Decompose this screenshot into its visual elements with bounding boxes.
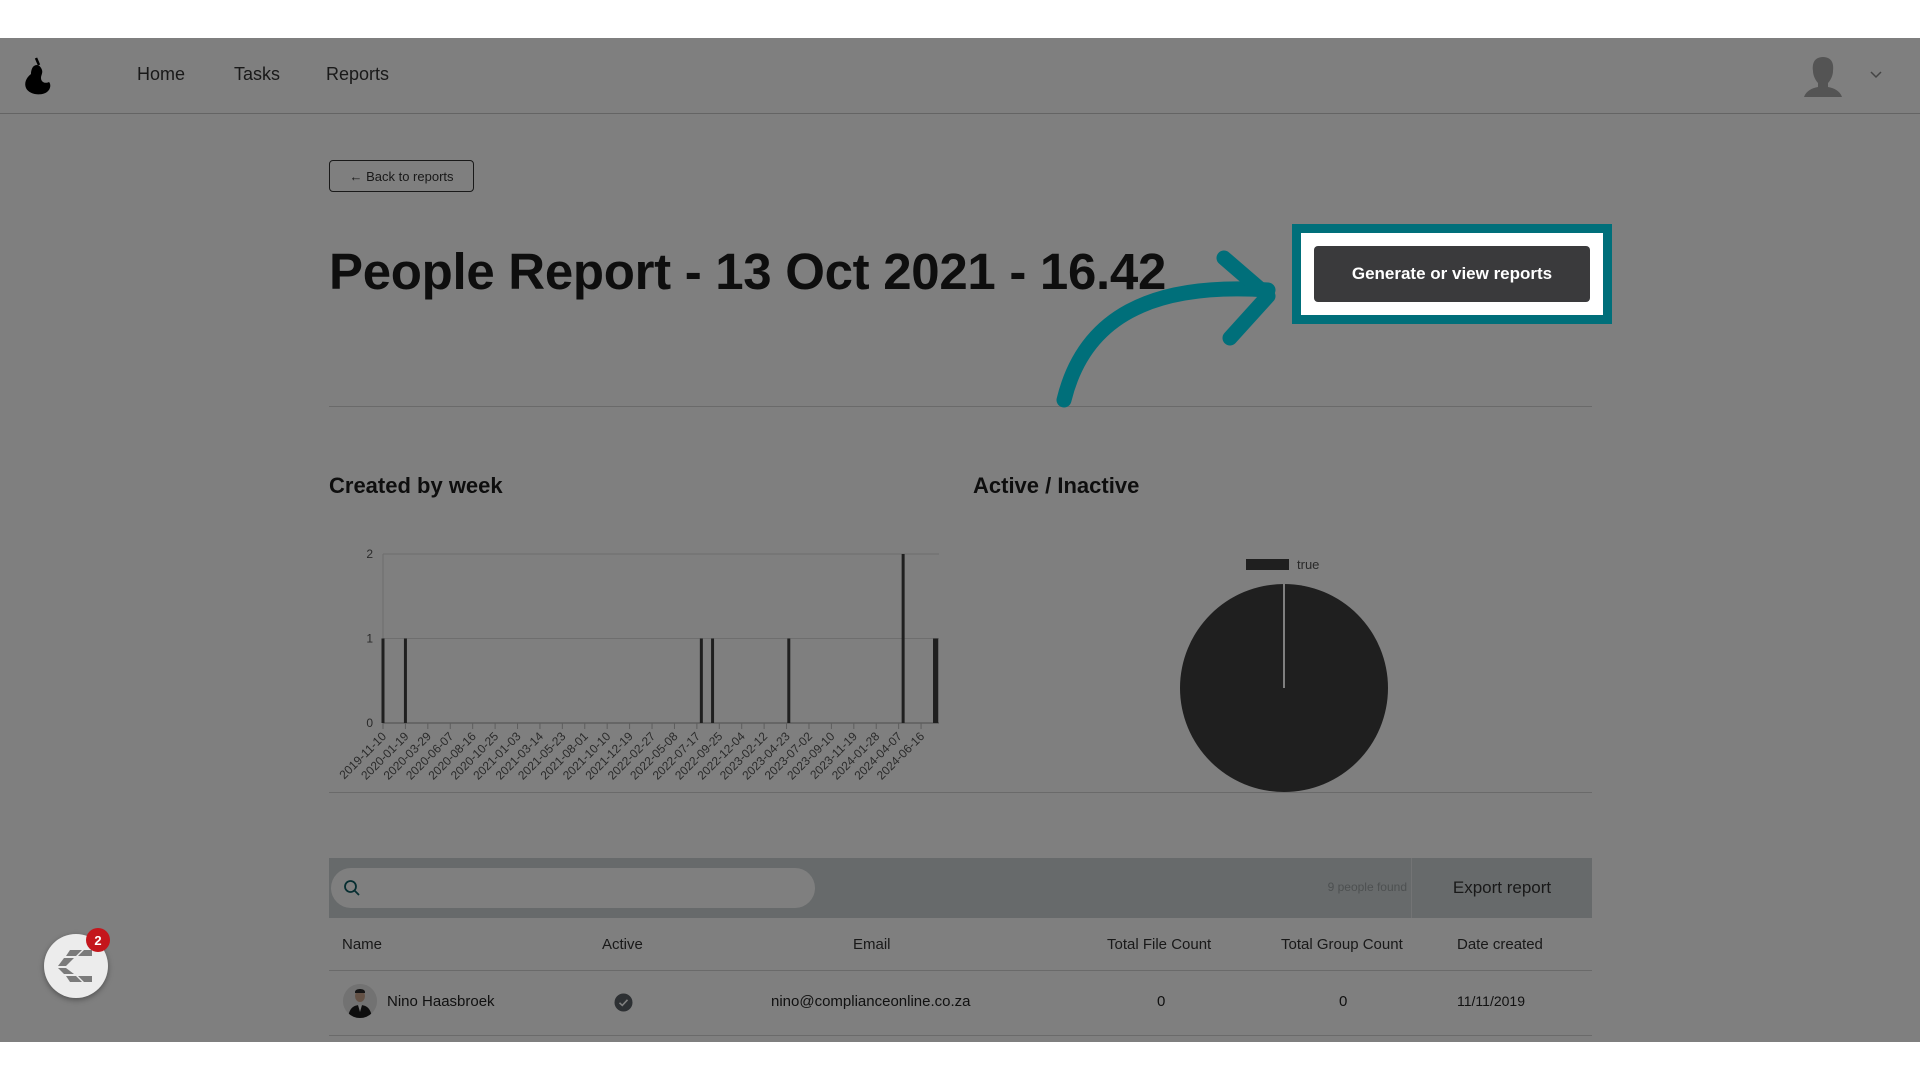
person-group-count: 0 [1339,993,1348,1010]
y-tick-label: 0 [366,716,373,730]
top-nav: Home Tasks Reports [0,38,1920,114]
nav-home[interactable]: Home [137,64,185,85]
column-header-total-file-count[interactable]: Total File Count [1107,936,1211,953]
pear-logo-icon[interactable] [22,56,52,96]
nav-reports[interactable]: Reports [326,64,389,85]
column-header-active[interactable]: Active [602,936,643,953]
column-header-name[interactable]: Name [342,936,382,953]
legend-label: true [1297,557,1319,572]
section-divider [329,792,1592,793]
header-divider [329,970,1592,971]
bar [935,638,939,723]
column-header-date-created[interactable]: Date created [1457,936,1543,953]
person-name[interactable]: Nino Haasbroek [387,993,495,1010]
app-window: Home Tasks Reports ← Back to reports Peo… [0,38,1920,1042]
user-avatar-icon[interactable] [1802,55,1844,99]
bar-chart-title: Created by week [329,473,503,498]
pointer-arrow-icon [1056,250,1276,408]
y-tick-label: 2 [366,547,373,561]
section-divider [329,406,1592,407]
person-email: nino@complianceonline.co.za [771,993,971,1010]
y-tick-label: 1 [366,632,373,646]
c-logo-icon [58,950,92,982]
created-by-week-chart: 0122019-11-102020-01-192020-03-292020-06… [336,547,939,783]
nav-tasks[interactable]: Tasks [234,64,280,85]
column-header-email[interactable]: Email [853,936,891,953]
column-header-total-group-count[interactable]: Total Group Count [1281,936,1403,953]
pie-chart-title: Active / Inactive [973,473,1140,498]
row-divider [329,1035,1592,1036]
chat-widget-button[interactable]: 2 [44,928,110,998]
highlight-box: Generate or view reports [1292,224,1612,324]
generate-or-view-reports-button[interactable]: Generate or view reports [1314,246,1590,302]
person-avatar [343,984,377,1018]
export-report-button[interactable]: Export report [1411,858,1592,918]
table-toolbar: 9 people found Export report [329,858,1592,918]
person-file-count: 0 [1157,993,1166,1010]
bar [699,638,703,723]
search-input[interactable] [371,868,801,908]
bar [403,638,407,723]
bar [381,638,385,723]
bar [787,638,791,723]
bar [901,554,905,723]
notification-badge: 2 [86,928,110,952]
chevron-down-icon[interactable] [1868,68,1884,80]
people-found-count: 9 people found [1327,880,1407,894]
bar [711,638,715,723]
active-inactive-chart: true [1180,557,1388,792]
legend-swatch [1246,559,1289,570]
search-box [331,868,815,908]
back-to-reports-button[interactable]: ← Back to reports [329,160,474,192]
person-date-created: 11/11/2019 [1457,993,1525,1009]
search-icon [344,880,360,896]
active-check-icon [614,993,633,1012]
